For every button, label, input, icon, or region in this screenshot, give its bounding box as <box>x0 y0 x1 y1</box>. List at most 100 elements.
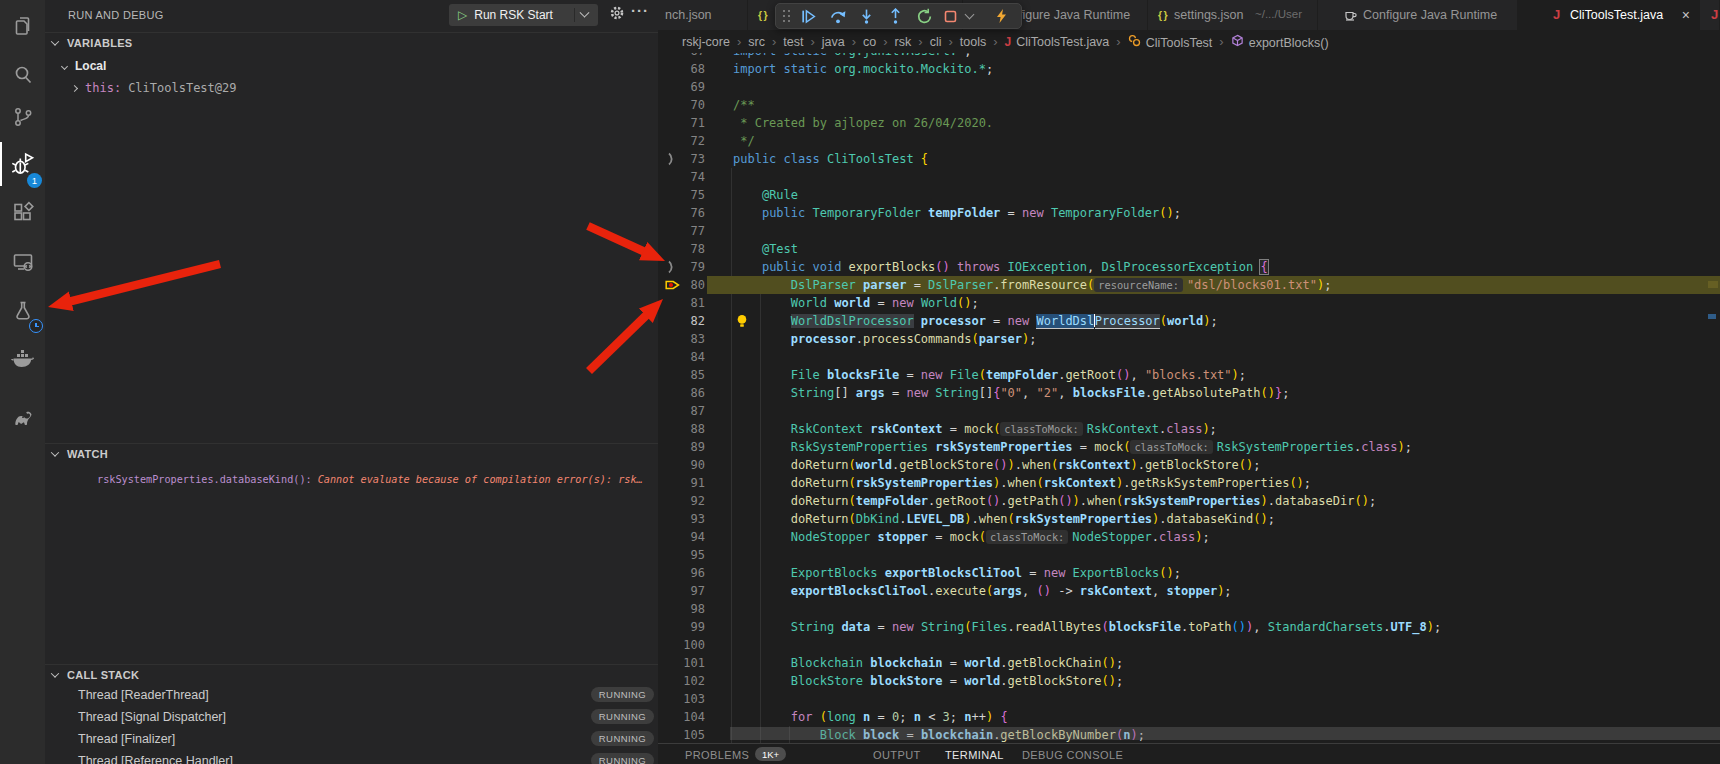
horizontal-scrollbar[interactable] <box>730 727 1720 740</box>
line-number[interactable]: 102 <box>658 672 705 690</box>
breadcrumb-item[interactable]: test <box>783 35 803 49</box>
line-number[interactable]: 68 <box>658 60 705 78</box>
line-number[interactable]: 85 <box>658 366 705 384</box>
activity-bar-item-docker[interactable] <box>0 336 45 380</box>
code-text: /** <box>733 96 755 114</box>
line-number[interactable]: 67 <box>658 53 705 60</box>
call-stack-thread[interactable]: Thread [Reference Handler]RUNNING <box>45 750 658 764</box>
editor-tab[interactable]: J <box>1700 0 1720 30</box>
run-config-dropdown[interactable]: ▷ Run RSK Start <box>449 4 598 26</box>
line-number[interactable]: 82 <box>658 312 705 330</box>
activity-bar-item-source-control[interactable] <box>0 95 45 139</box>
code-text: doReturn(DbKind.LEVEL_DB).when(rskSystem… <box>733 510 1275 528</box>
line-number[interactable]: 77 <box>658 222 705 240</box>
panel-tab-output[interactable]: OUTPUT <box>873 744 921 764</box>
editor-tab-nch.json[interactable]: nch.json <box>658 0 748 30</box>
code-line-90: 90 doReturn(world.getBlockStore()).when(… <box>658 456 1720 474</box>
code-editor[interactable]: 67import static org.junit.Assert.*;68imp… <box>658 53 1720 743</box>
breadcrumb-item[interactable]: rsk <box>895 35 912 49</box>
line-number[interactable]: 76 <box>658 204 705 222</box>
breadcrumb-item[interactable]: CliToolsTest <box>1128 34 1213 50</box>
line-number[interactable]: 92 <box>658 492 705 510</box>
line-number[interactable]: 84 <box>658 348 705 366</box>
line-number[interactable]: 95 <box>658 546 705 564</box>
step-out-icon[interactable] <box>881 8 910 25</box>
line-number[interactable]: 97 <box>658 582 705 600</box>
drag-handle-icon[interactable] <box>782 10 791 23</box>
breadcrumb-item[interactable]: exportBlocks() <box>1231 34 1329 50</box>
line-number[interactable]: 72 <box>658 132 705 150</box>
line-number[interactable]: 75 <box>658 186 705 204</box>
editor-tab-settings.json[interactable]: {}settings.json~/.../User <box>1148 0 1318 30</box>
line-number[interactable]: 91 <box>658 474 705 492</box>
json-icon: {} <box>1158 9 1169 21</box>
panel-tab-debug-console[interactable]: DEBUG CONSOLE <box>1022 744 1123 764</box>
breadcrumb-item[interactable]: co <box>863 35 876 49</box>
line-number[interactable]: 101 <box>658 654 705 672</box>
variables-scope-local[interactable]: Local <box>45 55 658 77</box>
line-number[interactable]: 83 <box>658 330 705 348</box>
activity-bar-item-search[interactable] <box>0 53 45 97</box>
code-line-100: 100 <box>658 636 1720 654</box>
watch-section-header[interactable]: WATCH <box>45 443 658 464</box>
activity-bar-item-gradle[interactable] <box>0 395 45 439</box>
line-number[interactable]: 105 <box>658 726 705 743</box>
breadcrumb-item[interactable]: java <box>822 35 845 49</box>
line-number[interactable]: 71 <box>658 114 705 132</box>
activity-bar-item-run-and-debug[interactable]: 1 <box>0 142 45 186</box>
line-number[interactable]: 81 <box>658 294 705 312</box>
lightning-icon[interactable] <box>989 8 1013 24</box>
line-number[interactable]: 86 <box>658 384 705 402</box>
close-icon[interactable]: × <box>1682 7 1690 23</box>
breadcrumb-item[interactable]: JCliToolsTest.java <box>1005 35 1110 49</box>
line-number[interactable]: 100 <box>658 636 705 654</box>
breadcrumb-item[interactable]: rskj-core <box>682 35 730 49</box>
activity-bar-item-testing[interactable] <box>0 289 45 333</box>
editor-tab-CliToolsTest.java[interactable]: JCliToolsTest.java× <box>1518 0 1700 30</box>
breadcrumb-item[interactable]: src <box>748 35 765 49</box>
activity-bar-item-extensions[interactable] <box>0 191 45 235</box>
call-stack-section-header[interactable]: CALL STACK <box>45 664 658 685</box>
step-into-icon[interactable] <box>852 8 881 25</box>
line-number[interactable]: 78 <box>658 240 705 258</box>
line-number[interactable]: 69 <box>658 78 705 96</box>
code-text: WorldDslProcessor processor = new WorldD… <box>733 312 1218 330</box>
variable-this[interactable]: this: CliToolsTest@29 <box>45 77 658 99</box>
call-stack-thread[interactable]: Thread [Signal Dispatcher]RUNNING <box>45 706 658 728</box>
line-number[interactable]: 103 <box>658 690 705 708</box>
watch-expression[interactable]: rskSystemProperties.databaseKind(): Cann… <box>45 468 658 490</box>
step-over-icon[interactable] <box>823 7 852 25</box>
breadcrumb-item[interactable]: tools <box>960 35 986 49</box>
line-number[interactable]: 70 <box>658 96 705 114</box>
call-stack-thread[interactable]: Thread [Finalizer]RUNNING <box>45 728 658 750</box>
panel-tab-terminal[interactable]: TERMINAL <box>945 744 1004 764</box>
line-number[interactable]: 98 <box>658 600 705 618</box>
gear-icon[interactable] <box>609 5 625 25</box>
line-number[interactable]: 89 <box>658 438 705 456</box>
activity-bar-item-remote-explorer[interactable] <box>0 240 45 284</box>
panel-tab-problems[interactable]: PROBLEMS <box>685 744 749 764</box>
variables-section-header[interactable]: VARIABLES <box>45 32 658 53</box>
line-number[interactable]: 94 <box>658 528 705 546</box>
line-number[interactable]: 104 <box>658 708 705 726</box>
stop-icon[interactable] <box>939 10 961 23</box>
restart-icon[interactable] <box>910 8 939 25</box>
debug-breakpoint-hit-icon[interactable] <box>665 278 682 292</box>
activity-bar-item-explorer[interactable] <box>0 4 45 48</box>
call-stack-thread[interactable]: Thread [ReaderThread]RUNNING <box>45 684 658 706</box>
line-number[interactable]: 90 <box>658 456 705 474</box>
line-number[interactable]: 88 <box>658 420 705 438</box>
line-number[interactable]: 96 <box>658 564 705 582</box>
line-number[interactable]: 99 <box>658 618 705 636</box>
line-number[interactable]: 74 <box>658 168 705 186</box>
line-number[interactable]: 87 <box>658 402 705 420</box>
more-actions-icon[interactable]: ··· <box>631 2 649 19</box>
code-line-69: 69 <box>658 78 1720 96</box>
continue-icon[interactable] <box>794 8 823 25</box>
json-icon: {} <box>758 9 769 21</box>
breadcrumb-item[interactable]: cli <box>930 35 942 49</box>
editor-tab-Configure Java Runtime[interactable]: Configure Java Runtime <box>1318 0 1518 30</box>
line-number[interactable]: 93 <box>658 510 705 528</box>
chevron-down-icon[interactable] <box>961 11 977 21</box>
code-line-96: 96 ExportBlocks exportBlocksCliTool = ne… <box>658 564 1720 582</box>
